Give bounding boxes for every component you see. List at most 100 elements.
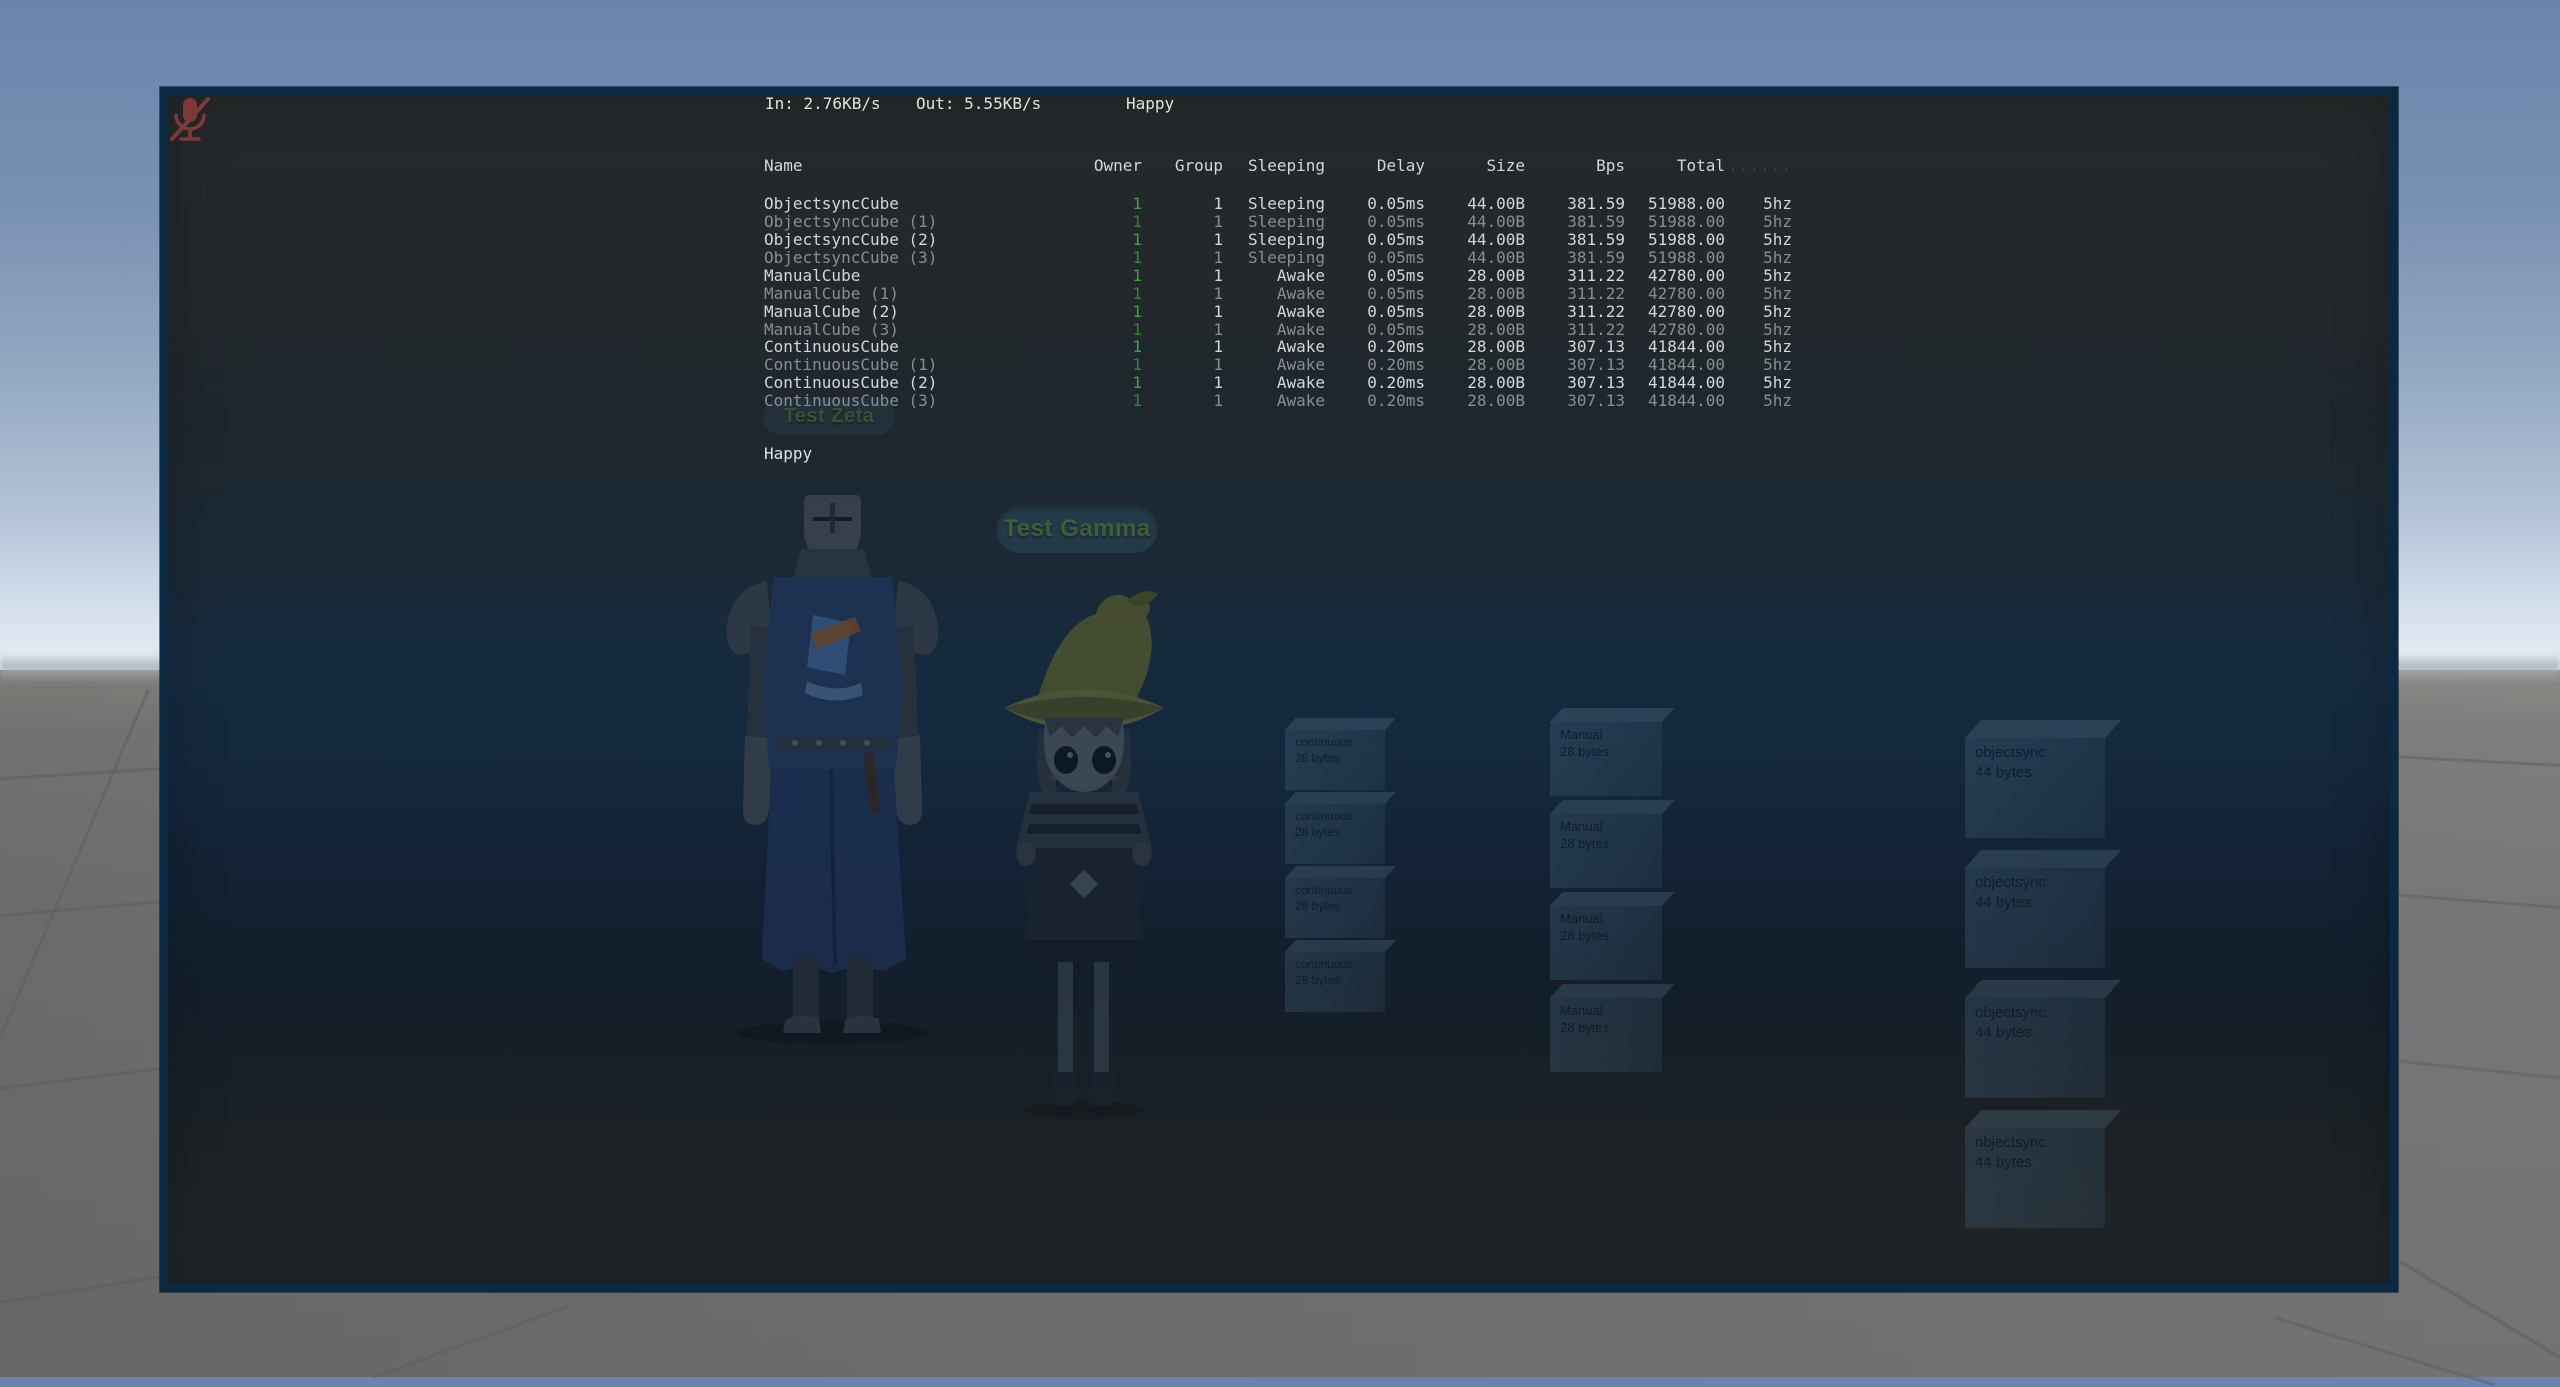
cell-bps: 381.59: [1525, 213, 1625, 231]
table-row: ContinuousCube11Awake0.20ms28.00B307.134…: [764, 338, 1792, 356]
network-stats-panel: continuous28 bytes continuous28 bytes cont…: [160, 87, 2398, 1292]
cell-sleeping: Awake: [1223, 338, 1325, 356]
cell-total: 42780.00: [1625, 267, 1725, 285]
cell-group: 1: [1142, 303, 1223, 321]
table-row: ContinuousCube (3)11Awake0.20ms28.00B307…: [764, 392, 1792, 410]
table-row: ManualCube (1)11Awake0.05ms28.00B311.224…: [764, 285, 1792, 303]
cell-bps: 311.22: [1525, 303, 1625, 321]
anime-character: [1000, 578, 1168, 1123]
cell-size: 28.00B: [1425, 267, 1525, 285]
cell-owner: 1: [1064, 195, 1142, 213]
cube-front-face: objectsync44 bytes: [1965, 738, 2105, 838]
cube-label: continuous28 bytes: [1285, 730, 1385, 771]
cell-owner: 1: [1064, 374, 1142, 392]
cell-rate: 5hz: [1725, 285, 1792, 303]
cell-group: 1: [1142, 249, 1223, 267]
cube-label: Manual28 bytes: [1550, 722, 1662, 766]
cell-size: 28.00B: [1425, 392, 1525, 410]
cell-total: 42780.00: [1625, 285, 1725, 303]
cell-delay: 0.05ms: [1325, 321, 1425, 339]
cell-rate: 5hz: [1725, 195, 1792, 213]
cube-front-face: continuous28 bytes: [1285, 878, 1385, 938]
cube-top-face: [1550, 800, 1675, 814]
cube-top-face: [1965, 1110, 2121, 1128]
cell-delay: 0.05ms: [1325, 213, 1425, 231]
cell-bps: 307.13: [1525, 374, 1625, 392]
cell-rate: 5hz: [1725, 338, 1792, 356]
cube-label: continuous28 bytes: [1285, 952, 1385, 993]
cell-delay: 0.20ms: [1325, 374, 1425, 392]
cell-sleeping: Sleeping: [1223, 231, 1325, 249]
cell-bps: 381.59: [1525, 231, 1625, 249]
cell-owner: 1: [1064, 356, 1142, 374]
cell-name: ContinuousCube (1): [764, 356, 1064, 374]
cell-sleeping: Awake: [1223, 267, 1325, 285]
cell-name: ObjectsyncCube (2): [764, 231, 1064, 249]
cell-sleeping: Awake: [1223, 356, 1325, 374]
cell-group: 1: [1142, 321, 1223, 339]
cell-owner: 1: [1064, 285, 1142, 303]
status-label: Happy: [764, 445, 812, 463]
table-row: ObjectsyncCube (2)11Sleeping0.05ms44.00B…: [764, 231, 1792, 249]
cell-owner: 1: [1064, 213, 1142, 231]
col-header-delay: Delay: [1325, 157, 1425, 175]
cube-top-face: [1965, 850, 2121, 868]
col-header-name: Name: [764, 157, 1064, 175]
knight-character: [715, 485, 950, 1045]
test-gamma-button[interactable]: Test Gamma: [996, 505, 1158, 553]
cell-name: ContinuousCube (3): [764, 392, 1064, 410]
cell-name: ObjectsyncCube (3): [764, 249, 1064, 267]
sync-cube: objectsync44 bytes: [1965, 980, 2105, 1098]
cell-total: 41844.00: [1625, 374, 1725, 392]
cell-size: 44.00B: [1425, 213, 1525, 231]
cell-bps: 307.13: [1525, 338, 1625, 356]
cube-top-face: [1965, 980, 2121, 998]
cell-total: 51988.00: [1625, 213, 1725, 231]
cell-group: 1: [1142, 392, 1223, 410]
cell-sleeping: Sleeping: [1223, 195, 1325, 213]
cell-group: 1: [1142, 285, 1223, 303]
cell-size: 28.00B: [1425, 321, 1525, 339]
cell-delay: 0.05ms: [1325, 285, 1425, 303]
cell-owner: 1: [1064, 249, 1142, 267]
cube-front-face: continuous28 bytes: [1285, 730, 1385, 790]
cube-label: Manual28 bytes: [1550, 814, 1662, 858]
cell-total: 41844.00: [1625, 392, 1725, 410]
cell-total: 41844.00: [1625, 338, 1725, 356]
cell-rate: 5hz: [1725, 356, 1792, 374]
table-row: ContinuousCube (1)11Awake0.20ms28.00B307…: [764, 356, 1792, 374]
cell-rate: 5hz: [1725, 213, 1792, 231]
cube-top-face: [1285, 792, 1396, 804]
cube-front-face: Manual28 bytes: [1550, 814, 1662, 888]
cell-name: ObjectsyncCube: [764, 195, 1064, 213]
cell-rate: 5hz: [1725, 392, 1792, 410]
cell-owner: 1: [1064, 392, 1142, 410]
cell-rate: 5hz: [1725, 303, 1792, 321]
cell-total: 51988.00: [1625, 231, 1725, 249]
cell-name: ManualCube (2): [764, 303, 1064, 321]
table-row: ManualCube (3)11Awake0.05ms28.00B311.224…: [764, 321, 1792, 339]
table-rows: ObjectsyncCube11Sleeping0.05ms44.00B381.…: [764, 195, 1792, 410]
cell-rate: 5hz: [1725, 231, 1792, 249]
cell-bps: 381.59: [1525, 249, 1625, 267]
cell-rate: 5hz: [1725, 374, 1792, 392]
table-row: ManualCube11Awake0.05ms28.00B311.2242780…: [764, 267, 1792, 285]
col-header-size: Size: [1425, 157, 1525, 175]
cell-total: 51988.00: [1625, 195, 1725, 213]
table-row: ContinuousCube (2)11Awake0.20ms28.00B307…: [764, 374, 1792, 392]
cube-label: continuous28 bytes: [1285, 878, 1385, 919]
cell-size: 28.00B: [1425, 285, 1525, 303]
cube-top-face: [1285, 940, 1396, 952]
sync-cube: objectsync44 bytes: [1965, 850, 2105, 968]
cell-group: 1: [1142, 374, 1223, 392]
cell-name: ContinuousCube (2): [764, 374, 1064, 392]
cell-bps: 311.22: [1525, 321, 1625, 339]
cell-sleeping: Sleeping: [1223, 213, 1325, 231]
cube-label: Manual28 bytes: [1550, 906, 1662, 950]
cube-top-face: [1285, 718, 1396, 730]
cell-size: 28.00B: [1425, 338, 1525, 356]
cube-top-face: [1965, 720, 2121, 738]
cell-owner: 1: [1064, 321, 1142, 339]
muted-microphone-icon: [168, 95, 212, 145]
cell-delay: 0.05ms: [1325, 249, 1425, 267]
